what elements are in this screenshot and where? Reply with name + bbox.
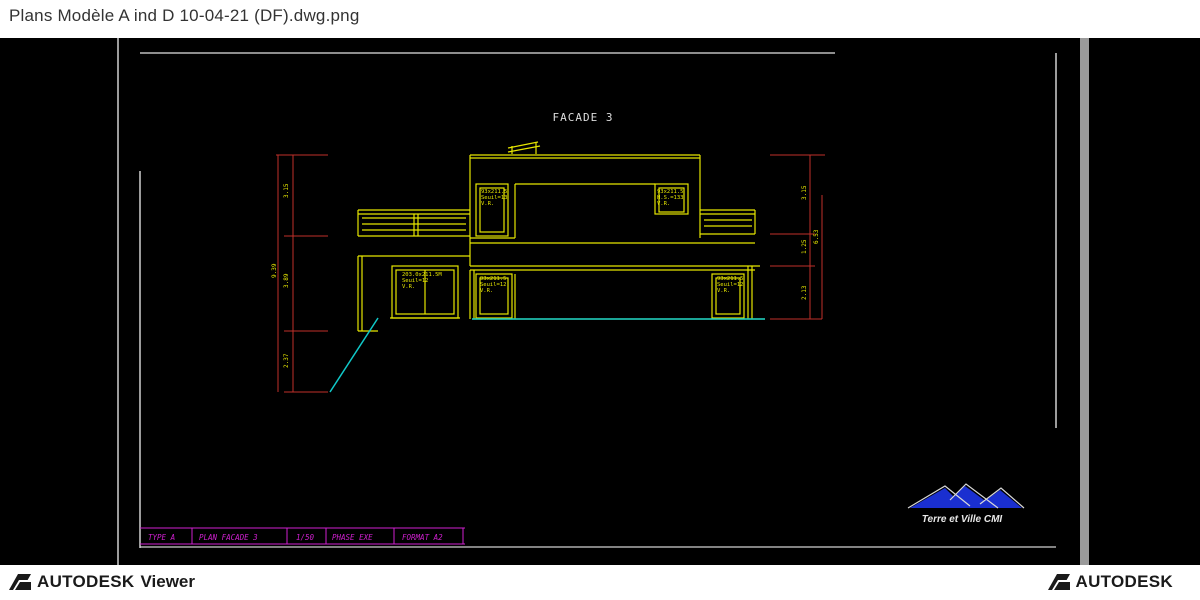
window-labels: 93x211.5 Seuil=13 V.R. 93x211.5 H.S.=133… bbox=[402, 189, 744, 294]
left-dimension-texts: 3.15 9.39 3.89 2.37 bbox=[271, 183, 290, 368]
dim-left-3-89: 3.89 bbox=[283, 273, 290, 288]
brand-name: AUTODESK bbox=[37, 572, 135, 591]
cartouche-phase: PHASE EXE bbox=[332, 533, 373, 542]
autodesk-brand-right[interactable]: AUTODESK bbox=[1047, 570, 1174, 594]
w3-l3: V.R. bbox=[402, 284, 415, 290]
dim-left-2-37: 2.37 bbox=[283, 353, 290, 368]
product-name: Viewer bbox=[140, 572, 196, 591]
drawing-title: FACADE 3 bbox=[553, 111, 614, 124]
dim-right-1-25: 1.25 bbox=[801, 239, 808, 254]
cartouche-plan: PLAN FACADE 3 bbox=[199, 533, 258, 542]
w2-l3: V.R. bbox=[657, 201, 670, 207]
footer-bar: AUTODESK Viewer AUTODESK bbox=[0, 565, 1200, 600]
cartouche-format: FORMAT A2 bbox=[402, 533, 443, 542]
w1-l3: V.R. bbox=[481, 201, 494, 207]
autodesk-logo-icon bbox=[1047, 574, 1070, 590]
autodesk-logo-icon bbox=[9, 574, 31, 590]
cartouche-scale: 1/50 bbox=[296, 533, 315, 542]
dim-right-3-15: 3.15 bbox=[801, 185, 808, 200]
dim-right-6-53: 6.53 bbox=[813, 229, 820, 244]
facade-outline bbox=[357, 141, 765, 332]
ground-line bbox=[329, 317, 765, 393]
dim-right-2-13: 2.13 bbox=[801, 285, 808, 300]
autodesk-viewer-brand[interactable]: AUTODESK Viewer bbox=[9, 570, 195, 594]
w4-l3: V.R. bbox=[480, 288, 493, 294]
dim-left-3-15: 3.15 bbox=[283, 183, 290, 198]
cad-drawing[interactable]: FACADE 3 3.15 9.39 3.89 2.37 3.15 6.53 1… bbox=[0, 38, 1200, 565]
logo-text: Terre et Ville CMI bbox=[922, 514, 1003, 525]
brand-name-right: AUTODESK bbox=[1075, 572, 1173, 591]
w5-l3: V.R. bbox=[717, 288, 730, 294]
title-bar: Plans Modèle A ind D 10-04-21 (DF).dwg.p… bbox=[0, 0, 1200, 38]
drawing-viewport[interactable]: FACADE 3 3.15 9.39 3.89 2.37 3.15 6.53 1… bbox=[0, 38, 1200, 565]
file-title: Plans Modèle A ind D 10-04-21 (DF).dwg.p… bbox=[9, 6, 360, 25]
cartouche-type: TYPE A bbox=[148, 533, 175, 542]
company-logo: Terre et Ville CMI bbox=[907, 483, 1025, 525]
dim-left-9-39: 9.39 bbox=[271, 263, 278, 278]
viewport-scrollbar[interactable] bbox=[1080, 38, 1089, 565]
